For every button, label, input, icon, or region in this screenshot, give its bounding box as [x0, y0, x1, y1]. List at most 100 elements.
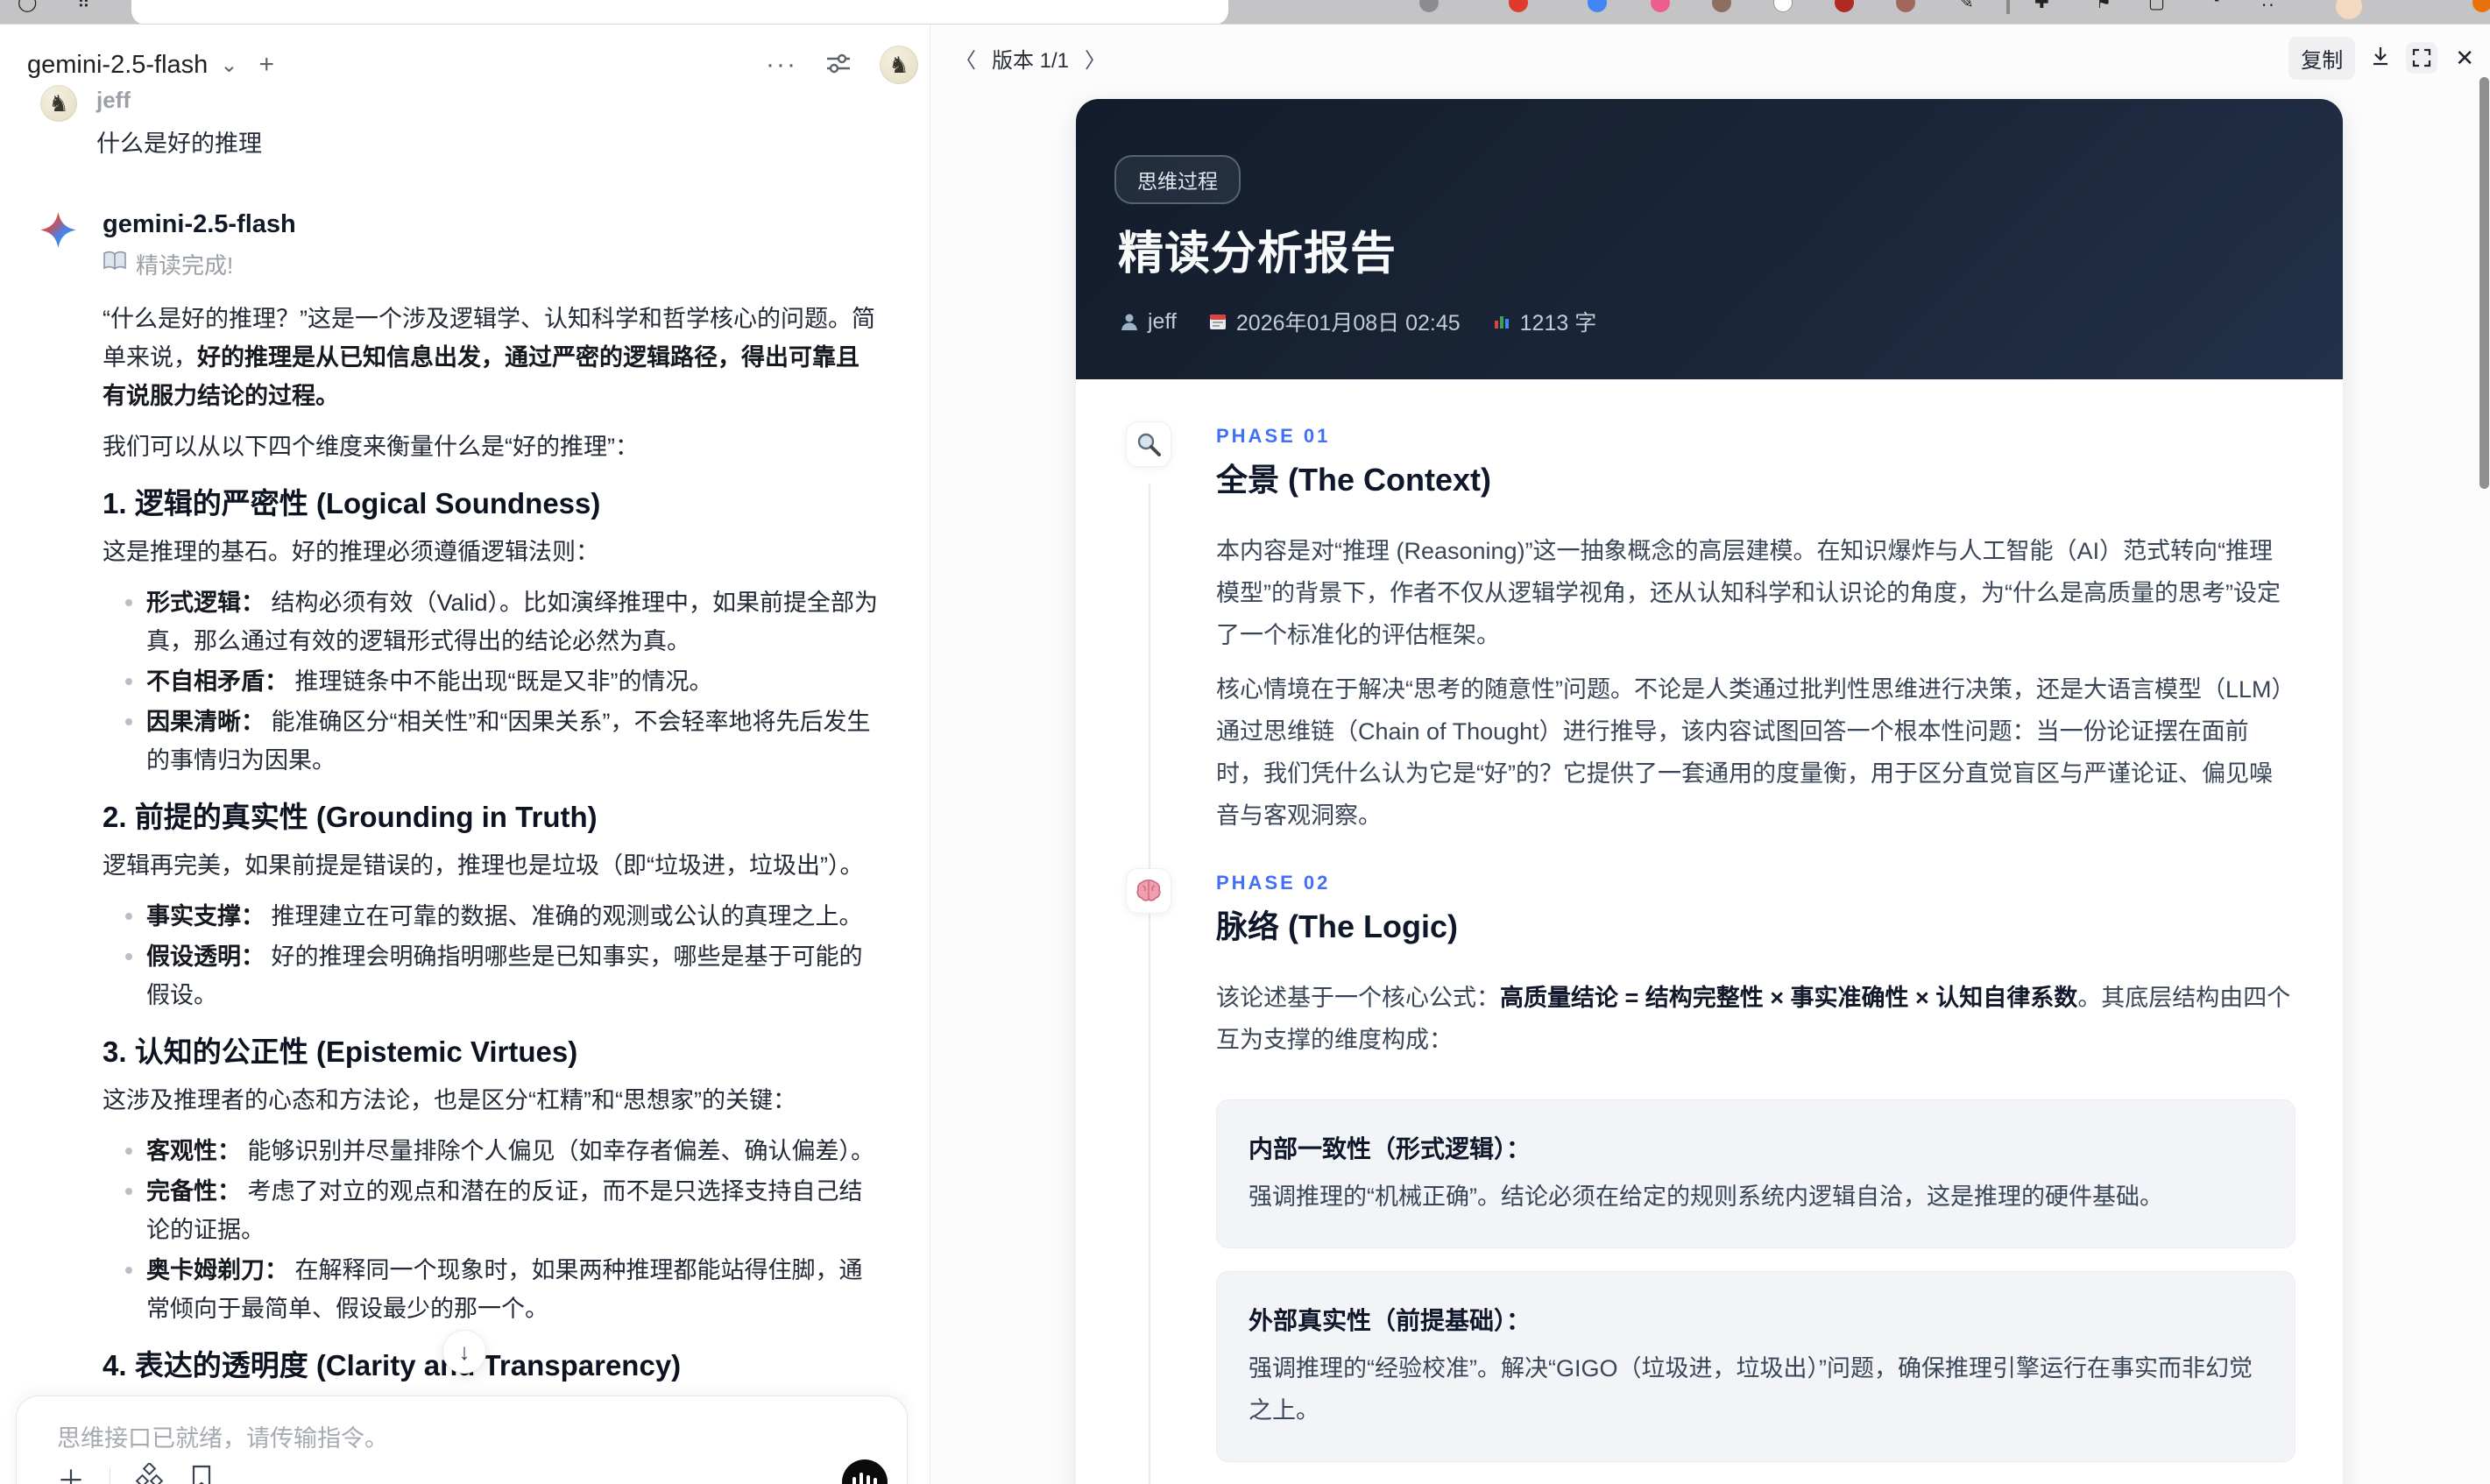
section-heading: 4. 表达的透明度 (Clarity and Transparency): [103, 1349, 682, 1382]
expand-fullscreen-icon[interactable]: [2406, 42, 2438, 74]
phase-section-2: PHASE 02 脉络 (The Logic) 该论述基于一个核心公式：高质量结…: [1126, 868, 2295, 1484]
skills-diamonds-icon[interactable]: [135, 1461, 165, 1484]
list-item: 因果清晰： 能准确区分“相关性”和“因果关系”，不会轻率地将先后发生的事情归为因…: [125, 703, 881, 780]
version-prev-button[interactable]: 〈: [955, 43, 976, 74]
artifact-panel: 〈 版本 1/1 〉 复制 ✕ 思维过程 精读分析报告 jeff 2026年01…: [930, 25, 2490, 1484]
phase-label: PHASE 01: [1216, 425, 1331, 447]
dimension-cards: 内部一致性（形式逻辑）： 强调推理的“机械正确”。结论必须在给定的规则系统内逻辑…: [1216, 1099, 2295, 1484]
browser-extension-icon[interactable]: [2472, 0, 2490, 12]
intro-paragraph: “什么是好的推理？”这是一个涉及逻辑学、认知科学和哲学核心的问题。简单来说，好的…: [103, 306, 875, 409]
report-title: 精读分析报告: [1118, 229, 1397, 279]
dimension-card: 内部一致性（形式逻辑）： 强调推理的“机械正确”。结论必须在给定的规则系统内逻辑…: [1216, 1099, 2295, 1248]
browser-flag-icon[interactable]: ⚑: [2096, 0, 2112, 13]
assistant-status-text: 精读完成!: [136, 252, 234, 279]
browser-extension-icon[interactable]: [1588, 0, 1607, 12]
browser-extension-icon[interactable]: ✎: [1959, 0, 1974, 13]
assistant-status-row: 精读完成!: [103, 248, 881, 280]
calendar-icon: [1209, 314, 1226, 329]
version-label: 版本 1/1: [992, 48, 1070, 73]
browser-grid-icon[interactable]: ∷: [2262, 0, 2274, 13]
more-options-button[interactable]: ···: [766, 50, 797, 80]
new-chat-button[interactable]: +: [258, 50, 274, 80]
report-meta: jeff 2026年01月08日 02:45 1213 字: [1120, 306, 1596, 337]
list-item: 不自相矛盾： 推理链条中不能出现“既是又非”的情况。: [125, 662, 881, 701]
report-body: PHASE 01 全景 (The Context) 本内容是对“推理 (Reas…: [1076, 379, 2343, 1484]
arrow-down-icon: ↓: [458, 1338, 470, 1365]
copy-button[interactable]: 复制: [2288, 36, 2356, 80]
voice-input-button[interactable]: [842, 1459, 888, 1484]
user-avatar: ♞: [40, 85, 77, 122]
phase-title: 脉络 (The Logic): [1216, 908, 1458, 944]
browser-reload-icon[interactable]: ◯: [18, 0, 37, 13]
list-item: 奥卡姆剃刀： 在解释同一个现象时，如果两种推理都能站得住脚，通常倾向于最简单、假…: [125, 1251, 881, 1328]
phase-section-1: PHASE 01 全景 (The Context) 本内容是对“推理 (Reas…: [1126, 421, 2295, 837]
word-count-meta: 1213 字: [1492, 306, 1596, 337]
browser-extension-icon[interactable]: [1896, 0, 1915, 12]
phase-label: PHASE 02: [1216, 872, 1331, 894]
message-composer[interactable]: 思维接口已就绪，请传输指令。 ＋: [16, 1396, 908, 1484]
browser-box-icon[interactable]: ▢: [2148, 0, 2165, 13]
browser-profile-avatar[interactable]: [2336, 0, 2362, 19]
browser-extension-icon[interactable]: [1419, 0, 1439, 12]
list-item: 完备性： 考虑了对立的观点和潜在的反证，而不是只选择支持自己结论的证据。: [125, 1172, 881, 1249]
list-item: 事实支撑： 推理建立在可靠的数据、准确的观测或公认的真理之上。: [125, 897, 881, 936]
section-heading: 2. 前提的真实性 (Grounding in Truth): [103, 801, 598, 833]
download-icon[interactable]: [2369, 45, 2392, 72]
scroll-to-bottom-button[interactable]: ↓: [442, 1330, 486, 1374]
user-message-row: ♞ jeff 什么是好的推理: [40, 85, 262, 159]
open-book-icon: [103, 251, 127, 278]
dimension-card: 外部真实性（前提基础）： 强调推理的“经验校准”。解决“GIGO（垃圾进，垃圾出…: [1216, 1271, 2295, 1462]
version-next-button[interactable]: 〉: [1085, 43, 1106, 74]
browser-extension-icon[interactable]: [1509, 0, 1528, 12]
chat-panel: gemini-2.5-flash ⌄ + ··· ♞ ♞ jeff 什么是好的推…: [0, 25, 930, 1484]
browser-pin-icon[interactable]: ✚: [2034, 0, 2049, 13]
browser-apps-icon[interactable]: ⠿: [77, 0, 90, 13]
report-card: 思维过程 精读分析报告 jeff 2026年01月08日 02:45 1213 …: [1076, 99, 2343, 1484]
bullet-list: 客观性： 能够识别并尽量排除个人偏见（如幸存者偏差、确认偏差）。 完备性： 考虑…: [103, 1132, 881, 1328]
bookmark-icon[interactable]: [189, 1464, 214, 1484]
chat-header: gemini-2.5-flash ⌄ + ··· ♞: [0, 40, 930, 89]
date-meta: 2026年01月08日 02:45: [1208, 306, 1461, 337]
browser-extension-icon[interactable]: [1651, 0, 1670, 12]
app-window: gemini-2.5-flash ⌄ + ··· ♞ ♞ jeff 什么是好的推…: [0, 25, 2490, 1484]
section-lead: 逻辑再完美，如果前提是错误的，推理也是垃圾（即“垃圾进，垃圾出”）。: [103, 852, 864, 879]
person-icon: [1121, 314, 1137, 330]
assistant-richtext: “什么是好的推理？”这是一个涉及逻辑学、认知科学和哲学核心的问题。简单来说，好的…: [103, 300, 881, 1484]
user-name: jeff: [96, 87, 131, 113]
section-heading: 1. 逻辑的严密性 (Logical Soundness): [103, 487, 601, 519]
assistant-model-name: gemini-2.5-flash: [103, 210, 296, 238]
browser-extension-icon[interactable]: [1712, 0, 1731, 12]
bar-chart-icon: [1494, 316, 1509, 329]
phase-paragraph: 核心情境在于解决“思考的随意性”问题。不论是人类通过批判性思维进行决策，还是大语…: [1216, 676, 2295, 829]
list-item: 假设透明： 好的推理会明确指明哪些是已知事实，哪些是基于可能的假设。: [125, 937, 881, 1014]
settings-sliders-icon[interactable]: [824, 48, 853, 82]
report-badge: 思维过程: [1114, 155, 1241, 204]
browser-extension-icon[interactable]: [1773, 0, 1793, 12]
assistant-message: gemini-2.5-flash 精读完成! “什么是好的推理？”这是一个涉及逻…: [40, 210, 881, 1484]
report-hero: 思维过程 精读分析报告 jeff 2026年01月08日 02:45 1213 …: [1076, 99, 2343, 379]
close-icon[interactable]: ✕: [2451, 45, 2478, 72]
browser-address-bar[interactable]: [131, 0, 1228, 24]
composer-placeholder: 思维接口已就绪，请传输指令。: [57, 1425, 388, 1452]
chevron-down-icon: ⌄: [220, 53, 238, 77]
artifact-toolbar: 〈 版本 1/1 〉 复制 ✕: [930, 35, 2490, 81]
scrollbar-thumb[interactable]: [2479, 77, 2489, 489]
attach-plus-button[interactable]: ＋: [57, 1466, 85, 1484]
section-lead: 这涉及推理者的心态和方法论，也是区分“杠精”和“思想家”的关键：: [103, 1087, 796, 1113]
list-item: 形式逻辑： 结构必须有效（Valid）。比如演绎推理中，如果前提全部为真，那么通…: [125, 583, 881, 661]
magnifier-icon: [1126, 421, 1171, 467]
browser-clock-icon[interactable]: ◔: [2210, 0, 2220, 11]
list-item: 客观性： 能够识别并尽量排除个人偏见（如幸存者偏差、确认偏差）。: [125, 1132, 881, 1170]
model-switcher[interactable]: gemini-2.5-flash ⌄ +: [0, 50, 274, 80]
gemini-star-icon: [40, 212, 76, 248]
model-name: gemini-2.5-flash: [27, 50, 209, 79]
bullet-list: 事实支撑： 推理建立在可靠的数据、准确的观测或公认的真理之上。 假设透明： 好的…: [103, 897, 881, 1014]
phase-timeline: [1149, 484, 1150, 1484]
browser-extension-icon[interactable]: [1835, 0, 1854, 12]
screen: ◯ ⠿ ✎ ✚ ⚑ ▢ ◔ ∷ gemini-2.5-flash ⌄ + ···…: [0, 0, 2490, 1484]
user-avatar[interactable]: ♞: [880, 46, 918, 84]
user-message: 什么是好的推理: [96, 131, 262, 157]
browser-toolbar: ◯ ⠿ ✎ ✚ ⚑ ▢ ◔ ∷: [0, 0, 2490, 25]
bullet-list: 形式逻辑： 结构必须有效（Valid）。比如演绎推理中，如果前提全部为真，那么通…: [103, 583, 881, 780]
phase-title: 全景 (The Context): [1216, 462, 1491, 498]
